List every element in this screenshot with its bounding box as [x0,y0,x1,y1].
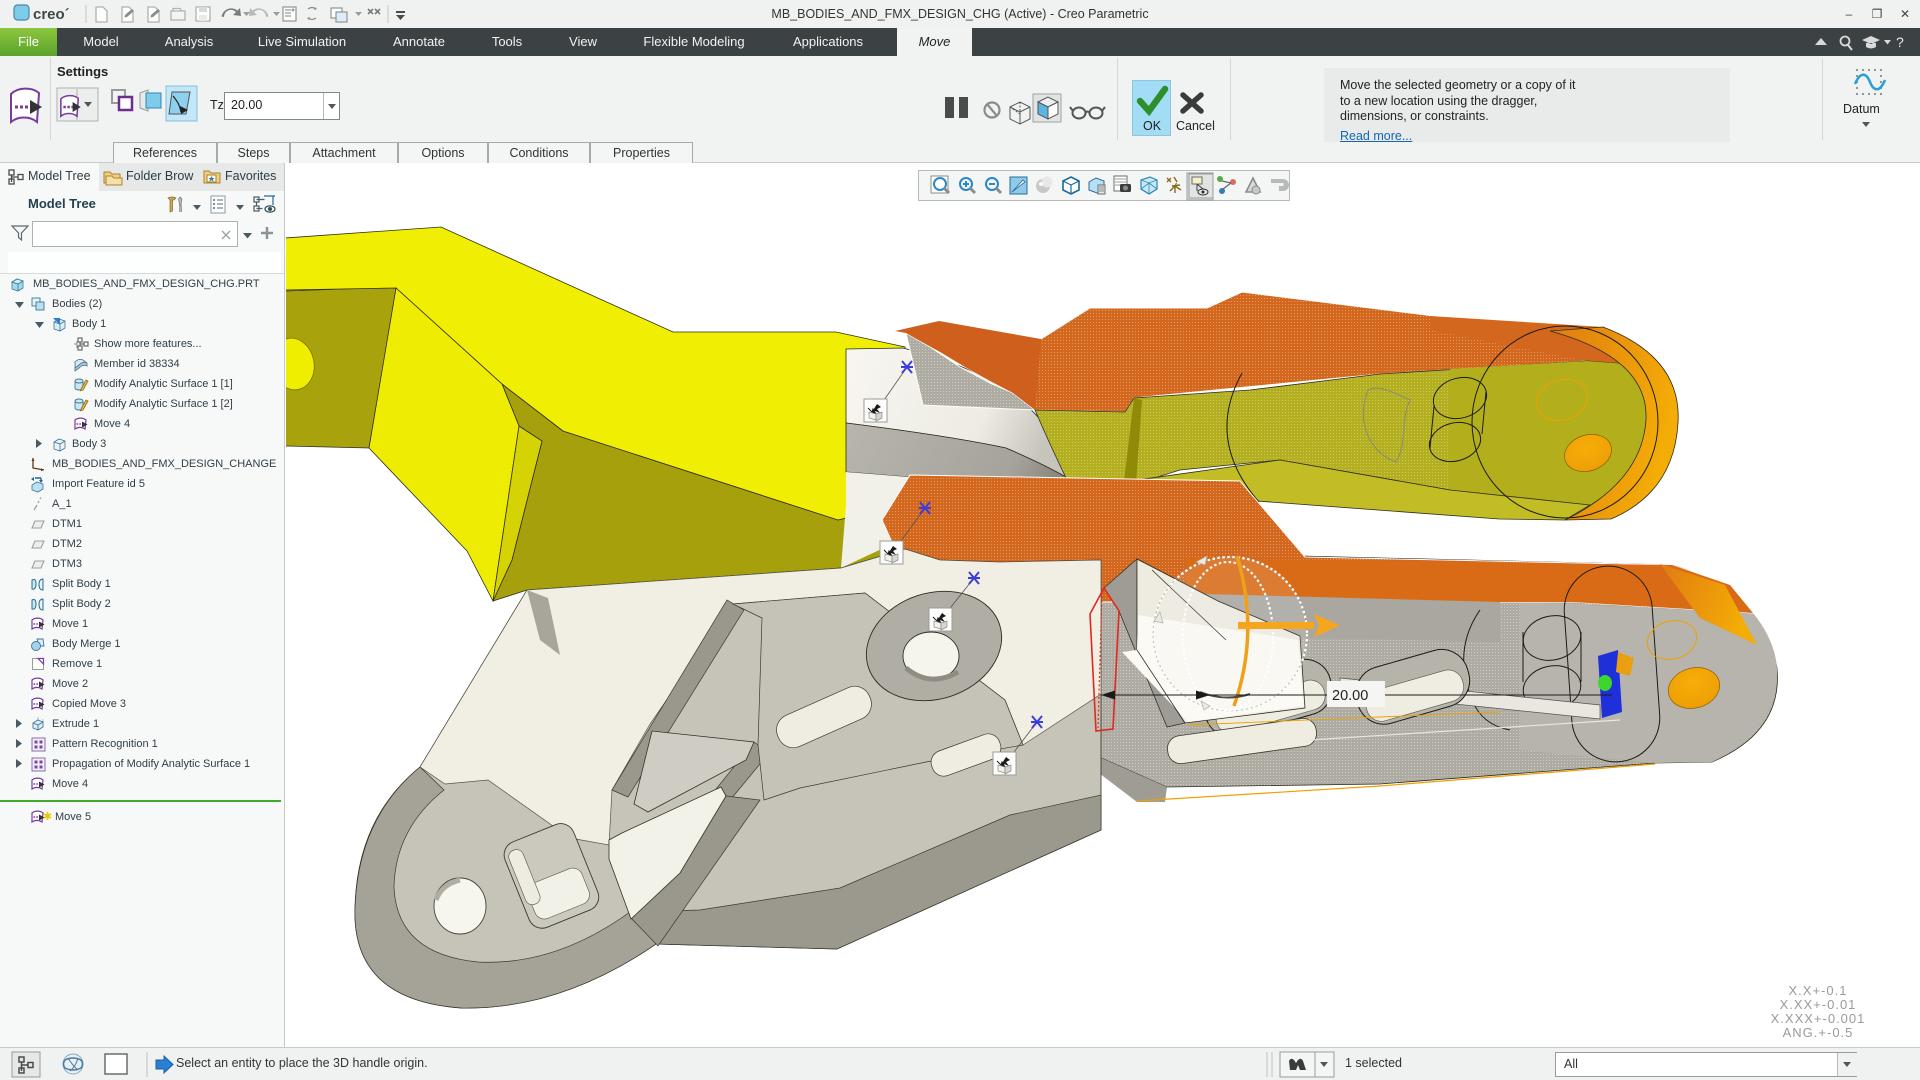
svg-text:ANG.+-0.5: ANG.+-0.5 [1783,1025,1854,1040]
svg-text:20.00: 20.00 [1332,688,1368,704]
svg-text:X.XX+-0.01: X.XX+-0.01 [1780,997,1857,1012]
svg-text:?: ? [1896,34,1904,50]
svg-text:creo´: creo´ [33,6,70,23]
svg-text:X.XXX+-0.001: X.XXX+-0.001 [1771,1011,1866,1026]
svg-text:X.X+-0.1: X.X+-0.1 [1789,983,1848,998]
